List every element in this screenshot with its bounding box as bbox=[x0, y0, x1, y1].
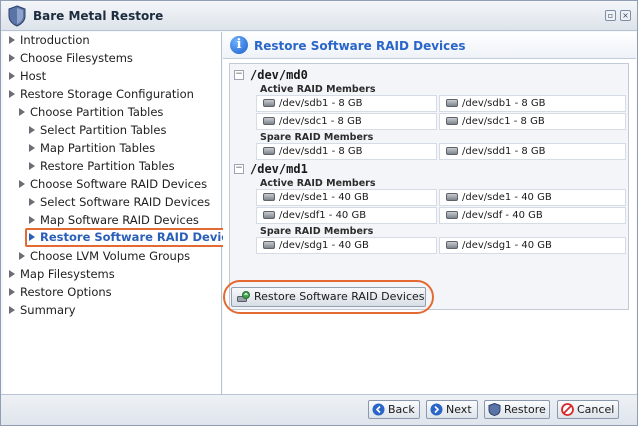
raid-device-name: /dev/md0 bbox=[250, 68, 308, 82]
nav-item-choose-filesystems[interactable]: Choose Filesystems bbox=[9, 50, 133, 67]
disk-icon bbox=[263, 241, 275, 249]
nav-item-summary[interactable]: Summary bbox=[9, 302, 76, 319]
raid-device-md0: − /dev/md0 Active RAID Members /dev/sdb1… bbox=[230, 67, 628, 162]
arrow-right-icon bbox=[9, 90, 15, 98]
raid-member[interactable]: /dev/sdb1 - 8 GB bbox=[439, 95, 626, 112]
app-window: Bare Metal Restore ▫ × Introduction Choo… bbox=[0, 0, 638, 426]
raid-member[interactable]: /dev/sdd1 - 8 GB bbox=[256, 143, 437, 160]
nav-item-choose-partition-tables[interactable]: Choose Partition Tables bbox=[19, 104, 163, 121]
arrow-right-icon bbox=[29, 233, 35, 241]
arrow-right-icon bbox=[9, 306, 15, 314]
cancel-button[interactable]: Cancel bbox=[557, 400, 619, 419]
nav-item-map-partition-tables[interactable]: Map Partition Tables bbox=[29, 140, 155, 157]
restore-software-raid-devices-button[interactable]: Restore Software RAID Devices bbox=[231, 287, 426, 307]
arrow-right-icon bbox=[29, 162, 35, 170]
arrow-right-icon bbox=[9, 270, 15, 278]
raid-device-header: − /dev/md1 bbox=[230, 161, 628, 178]
raid-member[interactable]: /dev/sdf - 40 GB bbox=[439, 207, 626, 224]
raid-device-md1: − /dev/md1 Active RAID Members /dev/sde1… bbox=[230, 161, 628, 281]
wizard-navigation: Introduction Choose Filesystems Host Res… bbox=[3, 32, 248, 394]
disk-icon bbox=[446, 117, 458, 125]
next-button[interactable]: Next bbox=[426, 400, 478, 419]
raid-member[interactable]: /dev/sdc1 - 8 GB bbox=[256, 113, 437, 130]
arrow-right-icon bbox=[9, 36, 15, 44]
disk-icon bbox=[263, 211, 275, 219]
arrow-right-icon bbox=[19, 252, 25, 260]
raid-device-name: /dev/md1 bbox=[250, 162, 308, 176]
title-bar: Bare Metal Restore ▫ × bbox=[1, 1, 637, 31]
raid-member[interactable]: /dev/sde1 - 40 GB bbox=[256, 189, 437, 206]
nav-item-restore-software-raid-devices[interactable]: Restore Software RAID Devices bbox=[25, 228, 248, 247]
disk-icon bbox=[446, 99, 458, 107]
nav-item-select-software-raid-devices[interactable]: Select Software RAID Devices bbox=[29, 194, 210, 211]
nav-item-restore-partition-tables[interactable]: Restore Partition Tables bbox=[29, 158, 175, 175]
nav-item-restore-options[interactable]: Restore Options bbox=[9, 284, 112, 301]
nav-item-choose-software-raid-devices[interactable]: Choose Software RAID Devices bbox=[19, 176, 207, 193]
next-arrow-icon bbox=[430, 403, 443, 416]
raid-member[interactable]: /dev/sdg1 - 40 GB bbox=[439, 237, 626, 254]
nav-item-map-software-raid-devices[interactable]: Map Software RAID Devices bbox=[29, 212, 199, 229]
cancel-icon bbox=[561, 403, 574, 416]
disk-icon bbox=[263, 193, 275, 201]
page-header: i Restore Software RAID Devices bbox=[223, 32, 636, 59]
nav-item-restore-storage-configuration[interactable]: Restore Storage Configuration bbox=[9, 86, 194, 103]
spare-members-label: Spare RAID Members bbox=[260, 132, 374, 143]
disk-icon bbox=[446, 193, 458, 201]
active-members-label: Active RAID Members bbox=[260, 178, 376, 189]
nav-item-select-partition-tables[interactable]: Select Partition Tables bbox=[29, 122, 166, 139]
raid-member[interactable]: /dev/sdg1 - 40 GB bbox=[256, 237, 437, 254]
arrow-right-icon bbox=[29, 144, 35, 152]
arrow-right-icon bbox=[19, 108, 25, 116]
close-button[interactable]: × bbox=[620, 10, 631, 21]
arrow-right-icon bbox=[19, 180, 25, 188]
arrow-right-icon bbox=[9, 288, 15, 296]
raid-restore-icon bbox=[237, 291, 250, 302]
raid-device-list: − /dev/md0 Active RAID Members /dev/sdb1… bbox=[229, 63, 629, 310]
collapse-toggle-icon[interactable]: − bbox=[234, 70, 244, 80]
arrow-right-icon bbox=[9, 54, 15, 62]
restore-button[interactable]: Restore bbox=[484, 400, 550, 419]
arrow-right-icon bbox=[9, 72, 15, 80]
nav-item-host[interactable]: Host bbox=[9, 68, 46, 85]
raid-member[interactable]: /dev/sde1 - 40 GB bbox=[439, 189, 626, 206]
disk-icon bbox=[446, 241, 458, 249]
back-button[interactable]: Back bbox=[368, 400, 420, 419]
disk-icon bbox=[446, 147, 458, 155]
nav-item-introduction[interactable]: Introduction bbox=[9, 32, 90, 49]
disk-icon bbox=[263, 147, 275, 155]
spare-members-label: Spare RAID Members bbox=[260, 226, 374, 237]
raid-device-header: − /dev/md0 bbox=[230, 67, 628, 84]
collapse-toggle-icon[interactable]: − bbox=[234, 164, 244, 174]
back-arrow-icon bbox=[372, 403, 385, 416]
arrow-right-icon bbox=[29, 198, 35, 206]
arrow-right-icon bbox=[29, 126, 35, 134]
nav-item-map-filesystems[interactable]: Map Filesystems bbox=[9, 266, 115, 283]
wizard-footer: Back Next Restore Cancel bbox=[1, 394, 637, 425]
disk-icon bbox=[263, 117, 275, 125]
raid-member[interactable]: /dev/sdb1 - 8 GB bbox=[256, 95, 437, 112]
disk-icon bbox=[263, 99, 275, 107]
raid-member[interactable]: /dev/sdc1 - 8 GB bbox=[439, 113, 626, 130]
main-panel: i Restore Software RAID Devices − /dev/m… bbox=[223, 32, 636, 394]
shield-icon bbox=[8, 5, 26, 27]
info-icon: i bbox=[230, 36, 248, 54]
shield-icon bbox=[488, 403, 501, 416]
maximize-button[interactable]: ▫ bbox=[605, 10, 616, 21]
raid-member[interactable]: /dev/sdf1 - 40 GB bbox=[256, 207, 437, 224]
arrow-right-icon bbox=[29, 216, 35, 224]
window-title: Bare Metal Restore bbox=[33, 9, 164, 23]
active-members-label: Active RAID Members bbox=[260, 84, 376, 95]
raid-member[interactable]: /dev/sdd1 - 8 GB bbox=[439, 143, 626, 160]
page-title: Restore Software RAID Devices bbox=[254, 39, 466, 53]
disk-icon bbox=[446, 211, 458, 219]
nav-item-choose-lvm-volume-groups[interactable]: Choose LVM Volume Groups bbox=[19, 248, 190, 265]
restore-button-highlight: Restore Software RAID Devices bbox=[223, 280, 434, 314]
